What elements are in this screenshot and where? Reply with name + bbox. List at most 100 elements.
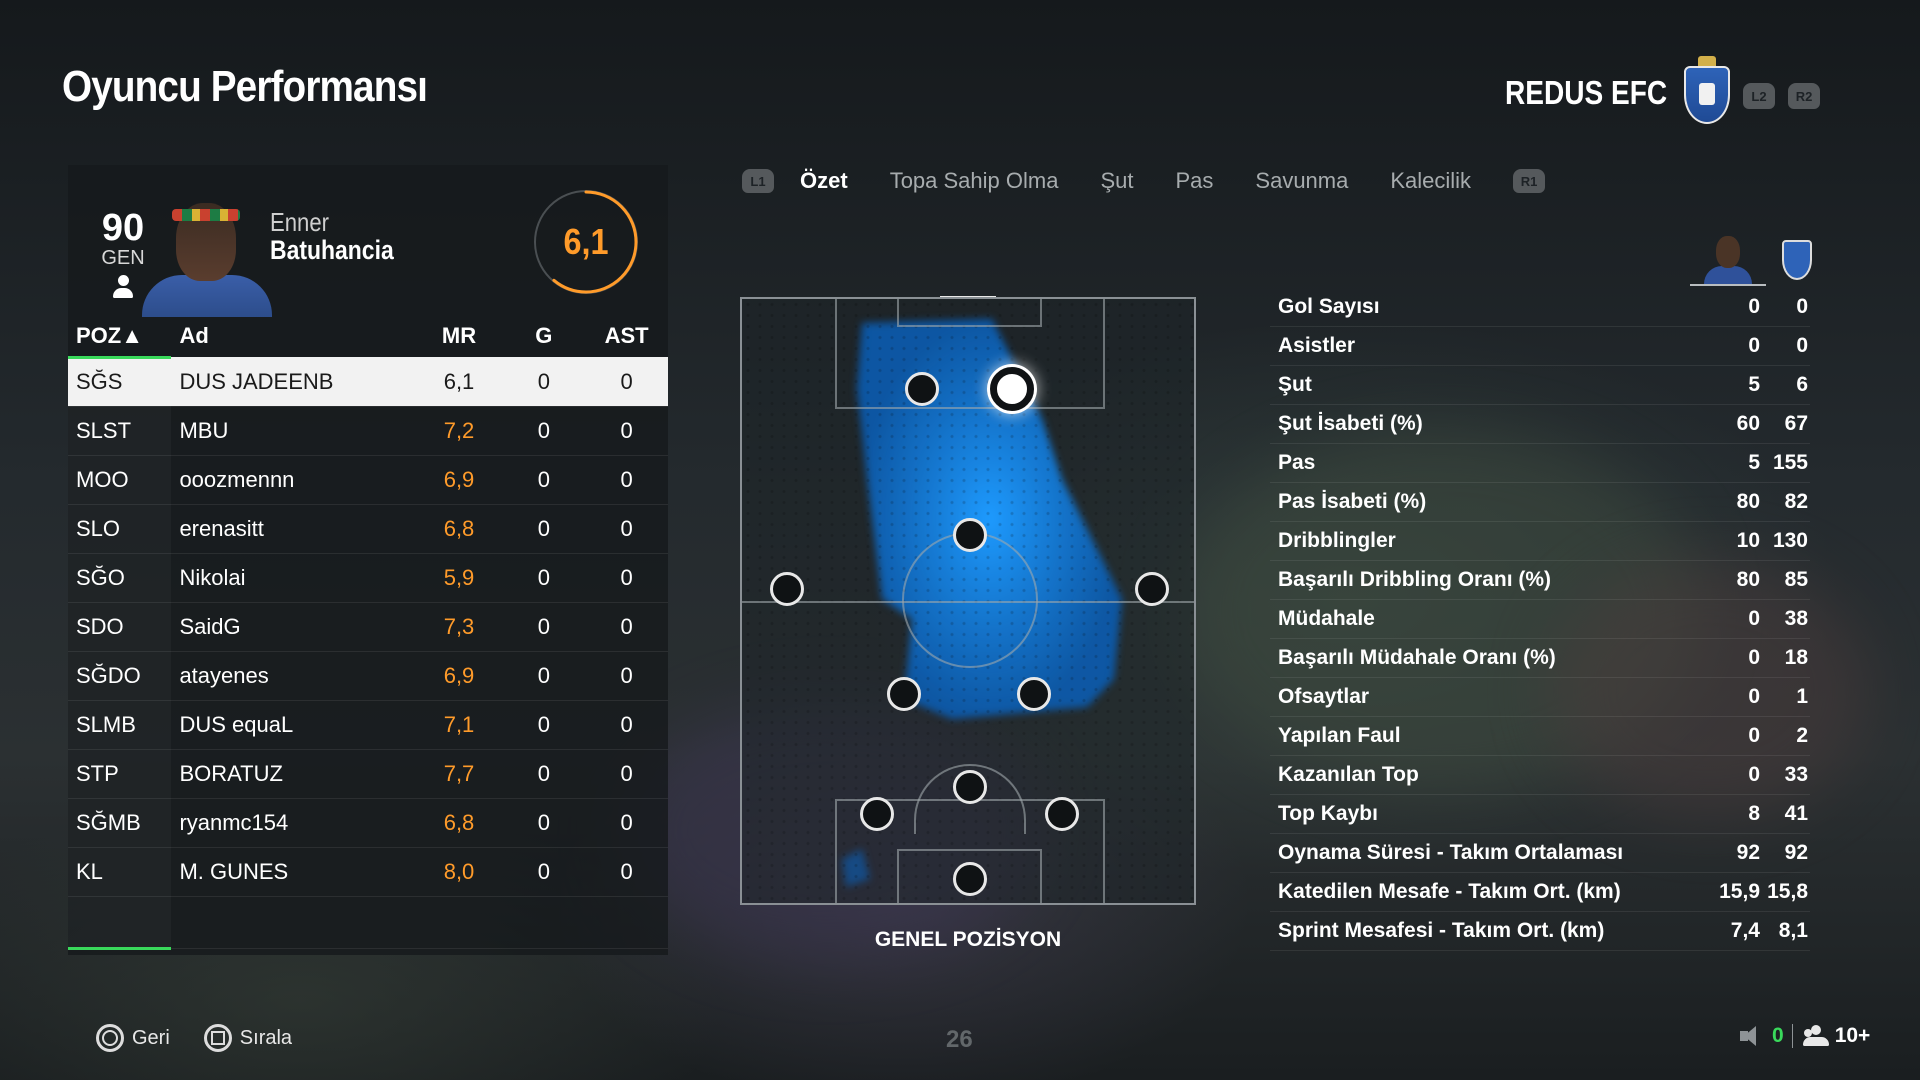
stat-row: Başarılı Dribbling Oranı (%) 80 85 xyxy=(1270,561,1810,600)
row-match-rating: 6,1 xyxy=(415,357,503,407)
player-portrait xyxy=(142,195,272,317)
row-position: STP xyxy=(68,749,172,799)
square-button-icon[interactable] xyxy=(203,1024,232,1052)
row-position: SĞDO xyxy=(68,651,172,701)
column-header-assists[interactable]: AST xyxy=(585,317,668,357)
table-row[interactable]: SĞMB ryanmc154 6,8 0 0 xyxy=(68,798,668,848)
table-row[interactable]: SLST MBU 7,2 0 0 xyxy=(68,406,668,456)
row-assists: 0 xyxy=(585,700,668,750)
page-number: 26 xyxy=(946,1026,973,1053)
stat-label: Katedilen Mesafe - Takım Ort. (km) xyxy=(1278,880,1621,903)
player-position-marker xyxy=(1017,677,1051,711)
tab-item[interactable]: Pas xyxy=(1175,168,1213,194)
player-position-marker xyxy=(953,770,987,804)
table-row[interactable]: STP BORATUZ 7,7 0 0 xyxy=(68,749,668,799)
r2-button[interactable]: R2 xyxy=(1788,83,1820,109)
players-table: POZ▲ Ad MR G AST SĞS DUS JADEENB 6,1 0 0 SLST… xyxy=(68,317,668,950)
stat-team-value: 85 xyxy=(1784,568,1808,591)
stat-row: Pas İsabeti (%) 80 82 xyxy=(1270,483,1810,522)
stat-label: Kazanılan Top xyxy=(1278,763,1419,786)
stat-row: Oynama Süresi - Takım Ortalaması 92 92 xyxy=(1270,834,1810,873)
empty-cell xyxy=(68,896,172,950)
match-rating-value: 6,1 xyxy=(563,221,609,262)
circle-button-icon[interactable] xyxy=(96,1024,124,1052)
table-row[interactable]: SLMB DUS equaL 7,1 0 0 xyxy=(68,700,668,750)
stat-team-value: 15,8 xyxy=(1767,880,1808,903)
center-circle xyxy=(902,532,1038,668)
table-row[interactable]: SLO erenasitt 6,8 0 0 xyxy=(68,504,668,554)
table-row[interactable]: SĞO Nikolai 5,9 0 0 xyxy=(68,553,668,603)
stat-team-value: 18 xyxy=(1784,646,1808,669)
stat-player-value: 0 xyxy=(1748,607,1760,630)
back-label[interactable]: Geri xyxy=(132,1027,170,1050)
tab-item[interactable]: Şut xyxy=(1100,168,1133,194)
stat-label: Ofsaytlar xyxy=(1278,685,1370,708)
row-assists: 0 xyxy=(585,504,668,554)
status-bar: 0 10+ xyxy=(1738,1024,1870,1048)
column-header-name[interactable]: Ad xyxy=(171,317,415,357)
row-assists: 0 xyxy=(585,651,668,701)
row-player-name: DUS JADEENB xyxy=(171,357,416,407)
stat-player-value: 80 xyxy=(1736,490,1760,513)
stat-team-value: 92 xyxy=(1784,841,1808,864)
column-header-goals[interactable]: G xyxy=(502,317,585,357)
table-row[interactable]: SDO SaidG 7,3 0 0 xyxy=(68,602,668,652)
row-player-name: ryanmc154 xyxy=(171,798,416,848)
player-first-name: Enner xyxy=(270,207,329,237)
tab-item[interactable]: Topa Sahip Olma xyxy=(890,168,1059,194)
stat-label: Pas İsabeti (%) xyxy=(1278,490,1427,513)
table-row[interactable]: KL M. GUNES 8,0 0 0 xyxy=(68,847,668,897)
tab-item[interactable]: Savunma xyxy=(1255,168,1348,194)
row-goals: 0 xyxy=(502,553,586,603)
sort-label[interactable]: Sırala xyxy=(240,1027,292,1050)
stat-team-value: 8,1 xyxy=(1778,919,1808,942)
player-header: 90 GEN Enner Batuhancia 6,1 xyxy=(68,165,668,317)
players-group-icon xyxy=(1801,1025,1831,1047)
row-goals: 0 xyxy=(502,504,586,554)
table-row[interactable]: SĞDO atayenes 6,9 0 0 xyxy=(68,651,668,701)
page-title: Oyuncu Performansı xyxy=(62,62,428,111)
mute-icon xyxy=(1738,1025,1762,1047)
table-row-empty xyxy=(68,896,668,950)
row-assists: 0 xyxy=(585,847,668,897)
empty-cell xyxy=(585,896,668,949)
stat-player-value: 92 xyxy=(1736,841,1760,864)
column-header-rating[interactable]: MR xyxy=(416,317,503,357)
stat-player-value: 0 xyxy=(1748,763,1760,786)
stat-row: Şut 5 6 xyxy=(1270,366,1810,405)
l2-button[interactable]: L2 xyxy=(1743,83,1775,109)
row-player-name: SaidG xyxy=(171,602,416,652)
stat-player-value: 8 xyxy=(1748,802,1760,825)
row-assists: 0 xyxy=(585,357,668,407)
row-match-rating: 8,0 xyxy=(415,847,503,897)
stat-row: Başarılı Müdahale Oranı (%) 0 18 xyxy=(1270,639,1810,678)
tab-item[interactable]: Kalecilik xyxy=(1390,168,1471,194)
divider xyxy=(1791,1024,1793,1048)
stat-row: Pas 5 155 xyxy=(1270,444,1810,483)
table-row[interactable]: SĞS DUS JADEENB 6,1 0 0 xyxy=(68,357,668,407)
empty-cell xyxy=(171,896,416,949)
row-match-rating: 7,1 xyxy=(415,700,503,750)
tab-active[interactable]: Özet xyxy=(800,168,848,194)
player-position-marker xyxy=(905,372,939,406)
match-rating-ring: 6,1 xyxy=(534,190,638,294)
stat-row: Katedilen Mesafe - Takım Ort. (km) 15,9 15… xyxy=(1270,873,1810,912)
stat-row: Asistler 0 0 xyxy=(1270,327,1810,366)
row-player-name: BORATUZ xyxy=(171,749,416,799)
r1-button[interactable]: R1 xyxy=(1513,169,1546,193)
stat-label: Oynama Süresi - Takım Ortalaması xyxy=(1278,841,1624,864)
table-row[interactable]: MOO ooozmennn 6,9 0 0 xyxy=(68,455,668,505)
row-match-rating: 7,7 xyxy=(415,749,503,799)
stat-label: Başarılı Müdahale Oranı (%) xyxy=(1278,646,1556,669)
row-match-rating: 7,3 xyxy=(415,602,503,652)
player-list-panel: 90 GEN Enner Batuhancia 6,1 POZ▲ Ad MR G… xyxy=(68,165,668,955)
l1-button[interactable]: L1 xyxy=(742,169,774,193)
empty-cell xyxy=(502,896,586,949)
row-goals: 0 xyxy=(502,700,586,750)
stat-team-value: 6 xyxy=(1796,373,1808,396)
stats-tabs: L1 Özet Topa Sahip Olma Şut Pas Savunma Kalec… xyxy=(742,168,1571,194)
stat-row: Yapılan Faul 0 2 xyxy=(1270,717,1810,756)
stat-team-value: 0 xyxy=(1796,334,1808,357)
club-crest-icon xyxy=(1684,56,1730,124)
column-header-position[interactable]: POZ▲ xyxy=(68,317,172,359)
